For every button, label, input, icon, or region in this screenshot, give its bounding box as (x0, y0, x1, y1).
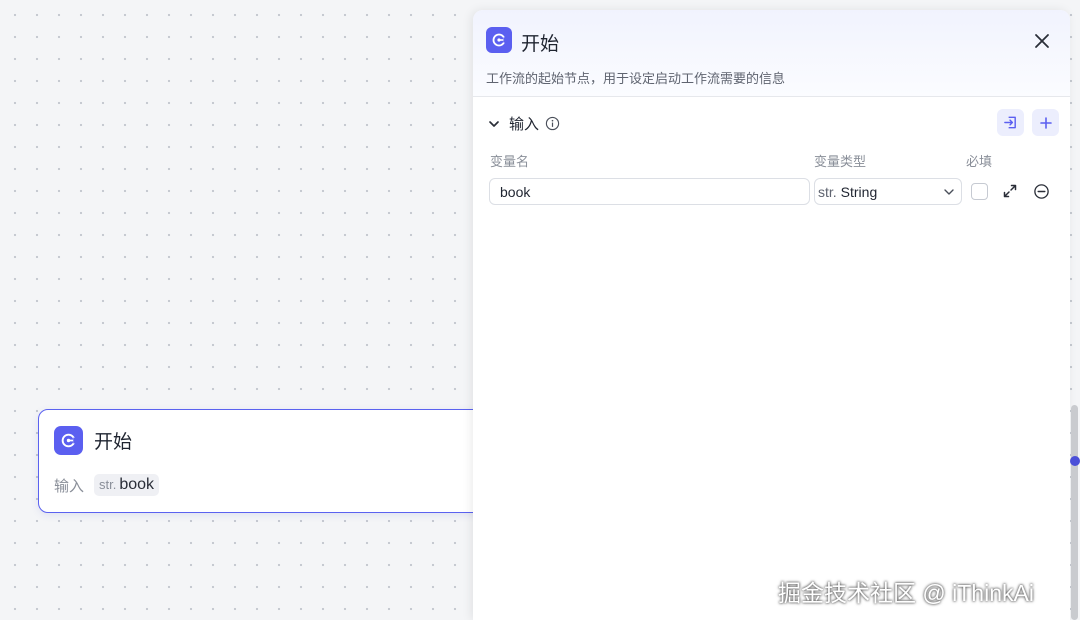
minus-circle-icon[interactable] (1033, 183, 1050, 200)
start-logo-icon (54, 426, 83, 455)
info-icon[interactable] (545, 116, 560, 131)
start-node-title: 开始 (94, 432, 133, 453)
add-variable-button[interactable] (1032, 109, 1059, 136)
watermark: 掘金技术社区 @ iThinkAi (778, 580, 1034, 606)
input-section-title: 输入 (509, 116, 540, 133)
panel-scrollbar[interactable] (1071, 405, 1078, 620)
input-section-toggle[interactable]: 输入 (487, 113, 560, 134)
close-icon[interactable] (1031, 30, 1053, 52)
import-icon (1004, 116, 1016, 129)
panel-title: 开始 (521, 34, 560, 55)
chevron-down-icon[interactable] (487, 117, 501, 131)
plus-icon (1039, 116, 1052, 129)
start-node-input-row: 输入 str. book (54, 474, 160, 496)
variable-chip-name: book (119, 476, 155, 493)
start-node-card[interactable]: 开始 输入 str. book (38, 409, 488, 513)
variable-chip: str. book (94, 474, 160, 496)
node-handle[interactable] (1070, 456, 1080, 466)
start-node-header: 开始 (54, 426, 132, 455)
expand-icon[interactable] (1003, 184, 1017, 198)
variable-name-input[interactable] (489, 178, 810, 205)
required-checkbox[interactable] (971, 183, 988, 200)
column-header-required: 必填 (966, 154, 993, 169)
variable-chip-type: str. (99, 477, 117, 492)
node-config-panel: 开始 工作流的起始节点，用于设定启动工作流需要的信息 输入 变量名 变量类型 必 (473, 10, 1070, 620)
chevron-down-icon (944, 189, 954, 195)
panel-header: 开始 工作流的起始节点，用于设定启动工作流需要的信息 (473, 10, 1070, 97)
column-header-name: 变量名 (490, 154, 530, 169)
import-variables-button[interactable] (997, 109, 1024, 136)
variable-type-prefix: str. (818, 183, 837, 200)
panel-description: 工作流的起始节点，用于设定启动工作流需要的信息 (486, 71, 786, 86)
variable-type-select[interactable]: str. String (814, 178, 962, 205)
variable-type-value: String (840, 183, 878, 200)
variable-row: str. String (473, 178, 1070, 206)
start-node-input-label: 输入 (54, 477, 85, 495)
column-header-type: 变量类型 (814, 154, 867, 169)
start-logo-icon (486, 27, 512, 53)
